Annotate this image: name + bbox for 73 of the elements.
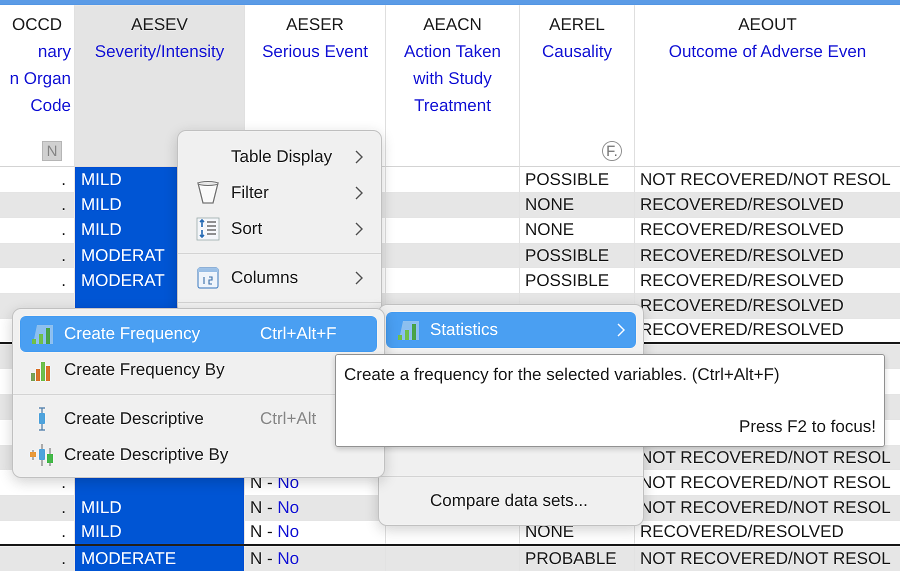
chevron-icon (354, 222, 364, 236)
menu-item[interactable]: Create Descriptive Ctrl+Alt (20, 401, 316, 437)
menu-item[interactable]: Columns (185, 260, 374, 296)
menu-item[interactable]: Sort (185, 211, 374, 247)
column-name: AEACN (423, 14, 482, 36)
bar-chart-icon (29, 322, 55, 346)
table-cell-text: . (61, 244, 66, 267)
table-cell-text: . (61, 270, 66, 292)
table-cell-text: . (61, 521, 66, 544)
table-cell-text: MODERAT (81, 244, 165, 267)
column-label: nary n Organ Code (10, 41, 72, 117)
type-badge: N (42, 141, 62, 161)
table-cell-text: RECOVERED/RESOLVED (640, 521, 844, 544)
table-cell-text: POSSIBLE (525, 244, 610, 267)
tooltip-text: Create a frequency for the selected variables. (Ctrl+Alt+F) (344, 364, 780, 386)
table-cell-text: . (61, 472, 66, 494)
menu-item[interactable]: Create Descriptive By (20, 437, 228, 473)
calendar-icon (197, 267, 219, 289)
chevron-icon (354, 150, 364, 164)
table-cell-text: NOT RECOVERED/NOT RESOL (640, 168, 891, 191)
column-name: AEREL (549, 14, 605, 36)
table-cell-text: N - No (250, 548, 300, 570)
table-cell-text: POSSIBLE (525, 270, 610, 292)
column-name: AESEV (131, 14, 188, 36)
type-badge: F. (602, 141, 622, 161)
column-label: Outcome of Adverse Even (668, 41, 866, 63)
table-cell-text: MODERAT (81, 270, 165, 292)
table-cell-text: RECOVERED/RESOLVED (640, 219, 844, 242)
chevron-icon (354, 271, 364, 285)
bar-chart-icon (395, 318, 421, 342)
column-label: Serious Event (262, 41, 368, 63)
boxplot-icon (38, 407, 46, 431)
table-cell-text: RECOVERED/RESOLVED (640, 244, 844, 267)
shortcut-text: Ctrl+Alt (260, 408, 316, 430)
table-cell-text: N - No (250, 497, 300, 520)
column-name: AEOUT (738, 14, 797, 36)
table-cell-text: . (61, 168, 66, 191)
table-cell-text: . (61, 497, 66, 520)
table-cell-text: RECOVERED/RESOLVED (640, 295, 844, 318)
column-name: AESER (286, 14, 344, 36)
menu-item[interactable]: Create Frequency By (20, 352, 225, 388)
table-cell-text: . (61, 219, 66, 242)
table-cell-text: . (61, 194, 66, 216)
menu-item[interactable]: Filter (185, 175, 374, 211)
table-cell-text: MILD (81, 168, 122, 191)
table-cell-text: POSSIBLE (525, 168, 610, 191)
table-cell-text: PROBABLE (525, 548, 617, 570)
table-cell-text: MILD (81, 497, 122, 520)
shortcut-text: Ctrl+Alt+F (260, 323, 338, 346)
table-cell-text: . (61, 548, 66, 570)
column-label: Action Taken with Study Treatment (404, 41, 502, 117)
column-label: Severity/Intensity (94, 41, 224, 63)
column-name: OCCD (12, 14, 62, 36)
menu-item[interactable]: Table Display (185, 139, 374, 175)
table-cell-text: MODERATE (81, 548, 176, 570)
column-label: Causality (542, 41, 612, 63)
table-cell-text: NONE (525, 219, 574, 242)
table-cell-text: MILD (81, 194, 122, 216)
table-cell-text: N - No (250, 521, 300, 544)
table-cell-text: NOT RECOVERED/NOT RESOL (640, 548, 891, 570)
table-cell-text: NONE (525, 194, 574, 216)
table-cell-text: MILD (81, 219, 122, 242)
table-cell-text: MILD (81, 521, 122, 544)
funnel-icon (196, 180, 220, 206)
table-cell-text: RECOVERED/RESOLVED (640, 319, 844, 342)
chevron-icon (354, 186, 364, 200)
table-cell-text: RECOVERED/RESOLVED (640, 194, 844, 216)
sort-icon (196, 217, 220, 241)
boxplot-icon (29, 442, 55, 468)
tooltip-hint: Press F2 to focus! (739, 416, 876, 438)
table-cell-text: RECOVERED/RESOLVED (640, 270, 844, 292)
menu-item[interactable]: Compare data sets... (386, 483, 636, 519)
chevron-icon (616, 323, 626, 337)
